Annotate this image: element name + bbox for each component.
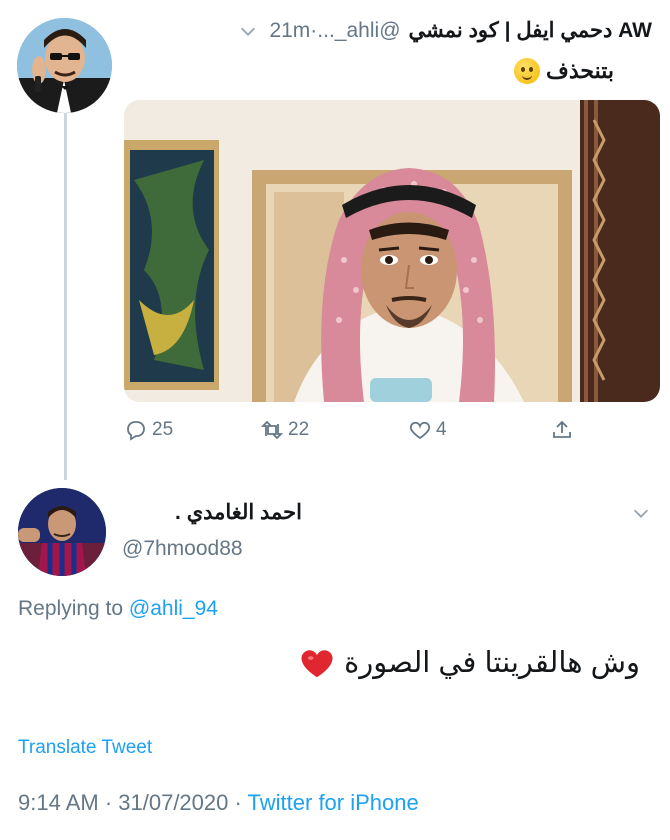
reply-tweet-text: وش هالقرينتا في الصورة xyxy=(300,645,640,680)
retweet-count: 22 xyxy=(288,419,310,440)
slightly-smiling-face-icon xyxy=(514,58,541,84)
red-heart-icon xyxy=(301,649,333,677)
reply-display-name[interactable]: احمد الغامدي . xyxy=(175,500,302,525)
reply-handle[interactable]: @7hmood88 xyxy=(122,537,243,561)
replying-mention[interactable]: @ahli_94 xyxy=(129,597,218,620)
tweet-body: بتنحذف xyxy=(546,58,614,83)
avatar-reply-author[interactable] xyxy=(18,488,106,576)
reply-icon xyxy=(127,421,145,441)
tweet-header: AW دحمي ايفل | كود نمشي @ahli_... ·21m xyxy=(237,18,652,43)
retweet-action[interactable]: 22 xyxy=(260,418,309,442)
chevron-down-icon[interactable] xyxy=(237,20,259,42)
share-icon xyxy=(553,420,571,438)
thread-line xyxy=(64,108,67,480)
display-name[interactable]: AW دحمي ايفل | كود نمشي xyxy=(409,18,652,43)
like-icon xyxy=(409,421,431,440)
tweet-time[interactable]: ·21m xyxy=(269,19,317,43)
tweet-actions: 25 22 4 xyxy=(124,418,594,448)
tweet-text: بتنحذف xyxy=(514,58,614,84)
tweet-photo[interactable] xyxy=(124,100,660,402)
like-action[interactable]: 4 xyxy=(408,418,447,442)
like-count: 4 xyxy=(436,419,447,440)
reply-action[interactable]: 25 xyxy=(124,418,173,442)
tweet-meta: 9:14 AM · 31/07/2020 · Twitter for iPhon… xyxy=(18,790,419,816)
chevron-down-icon[interactable] xyxy=(630,502,652,524)
handle[interactable]: @ahli_... xyxy=(317,19,400,43)
timestamp: 9:14 AM · 31/07/2020 · xyxy=(18,790,242,815)
source-link[interactable]: Twitter for iPhone xyxy=(248,790,419,815)
replying-prefix: Replying to xyxy=(18,597,124,620)
avatar-original-author[interactable] xyxy=(17,18,112,113)
retweet-icon xyxy=(260,420,284,440)
replying-to: Replying to @ahli_94 xyxy=(18,597,218,621)
translate-tweet-link[interactable]: Translate Tweet xyxy=(18,737,152,759)
reply-count: 25 xyxy=(152,419,174,440)
share-action[interactable] xyxy=(550,418,574,442)
reply-body: وش هالقرينتا في الصورة xyxy=(344,647,640,679)
